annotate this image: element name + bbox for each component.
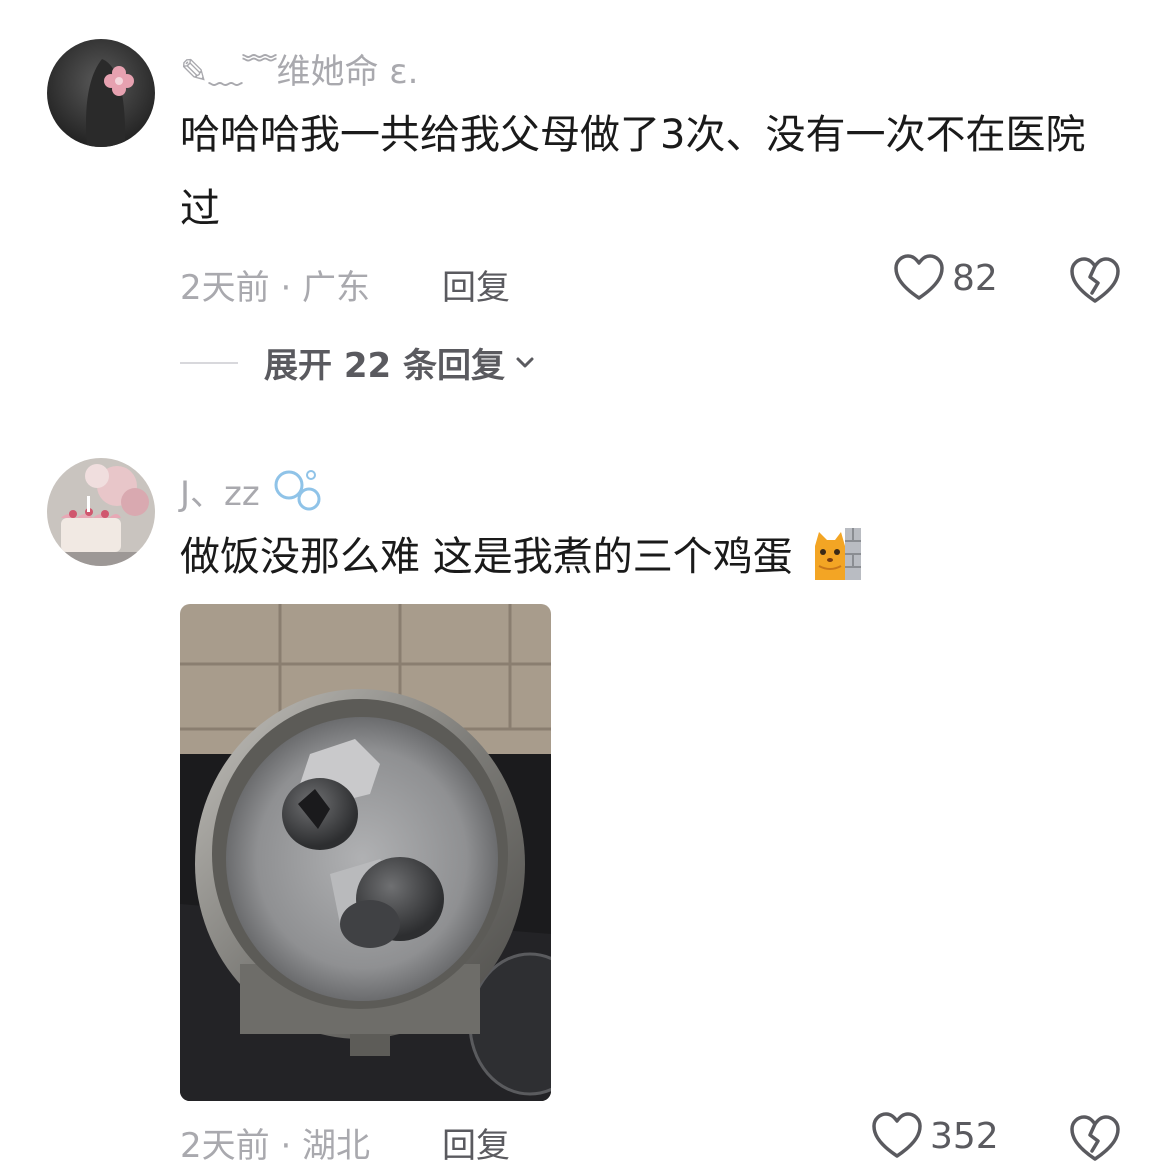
chevron-down-icon [516,357,534,367]
avatar[interactable] [47,39,155,147]
reply-button[interactable]: 回复 [442,1118,510,1167]
comment-time-location: 2天前 · 广东 [180,268,371,308]
username[interactable]: ✎﹏﹌维她命 ε. [180,44,418,93]
like-button[interactable]: 82 [894,254,998,302]
broken-heart-icon[interactable] [1070,256,1120,306]
comment-text: 哈哈哈我一共给我父母做了3次、没有一次不在医院过 [180,112,1086,232]
comment-item: ✎﹏﹌维她命 ε. 哈哈哈我一共给我父母做了3次、没有一次不在医院过 2天前 ·… [0,0,1169,400]
reply-button[interactable]: 回复 [442,260,510,309]
like-count: 82 [952,257,998,299]
expand-replies-label: 展开 22 条回复 [264,346,505,386]
bubbles-emoji [274,470,321,511]
like-button[interactable]: 352 [872,1112,999,1160]
expand-replies-button[interactable]: 展开 22 条回复 [180,338,539,387]
comment-photo[interactable] [180,604,551,1101]
comment-item: J、zz 做饭没那么难 这是我煮的三个鸡蛋 2天前 · 湖北 回复 352 [0,440,1169,1172]
comment-text-body: 做饭没那么难 这是我煮的三个鸡蛋 [180,534,793,580]
comment-time-location: 2天前 · 湖北 [180,1126,371,1166]
comment-text: 做饭没那么难 这是我煮的三个鸡蛋 [180,520,1120,594]
avatar[interactable] [47,458,155,566]
cat-peeking-emoji [815,528,862,580]
username-text: J、zz [180,474,260,514]
divider-line [180,361,238,364]
like-count: 352 [930,1115,999,1157]
broken-heart-icon[interactable] [1070,1114,1120,1164]
username[interactable]: J、zz [180,466,323,515]
heart-outline-icon [872,1112,922,1158]
heart-outline-icon [894,254,944,300]
